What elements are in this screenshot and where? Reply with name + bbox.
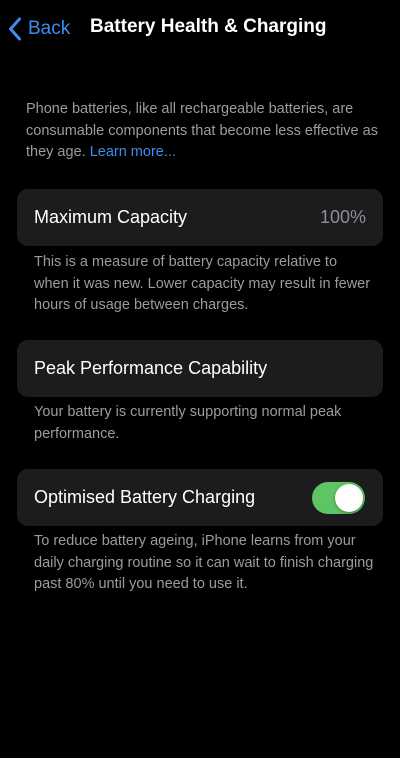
peak-performance-row: Peak Performance Capability: [17, 340, 383, 397]
peak-performance-label: Peak Performance Capability: [34, 358, 268, 378]
page-title: Battery Health & Charging: [90, 16, 327, 37]
learn-more-link[interactable]: Learn more...: [90, 144, 176, 160]
intro-text: Phone batteries, like all rechargeable b…: [26, 99, 378, 164]
optimised-charging-description: To reduce battery ageing, iPhone learns …: [34, 533, 374, 592]
back-label: Back: [28, 18, 71, 39]
maximum-capacity-label: Maximum Capacity: [34, 207, 188, 227]
optimised-charging-row: Optimised Battery Charging: [17, 469, 383, 526]
intro-body: Phone batteries, like all rechargeable b…: [26, 101, 378, 160]
navigation-bar: Back Battery Health & Charging: [0, 0, 400, 58]
toggle-knob: [335, 483, 363, 512]
optimised-charging-label: Optimised Battery Charging: [34, 487, 256, 507]
chevron-left-icon: [8, 17, 22, 41]
back-button[interactable]: Back: [8, 14, 70, 44]
maximum-capacity-description: This is a measure of battery capacity re…: [34, 254, 371, 313]
maximum-capacity-row: Maximum Capacity 100%: [17, 189, 383, 246]
maximum-capacity-value: 100%: [319, 207, 366, 227]
optimised-charging-toggle[interactable]: [312, 481, 365, 514]
peak-performance-description: Your battery is currently supporting nor…: [34, 404, 342, 442]
